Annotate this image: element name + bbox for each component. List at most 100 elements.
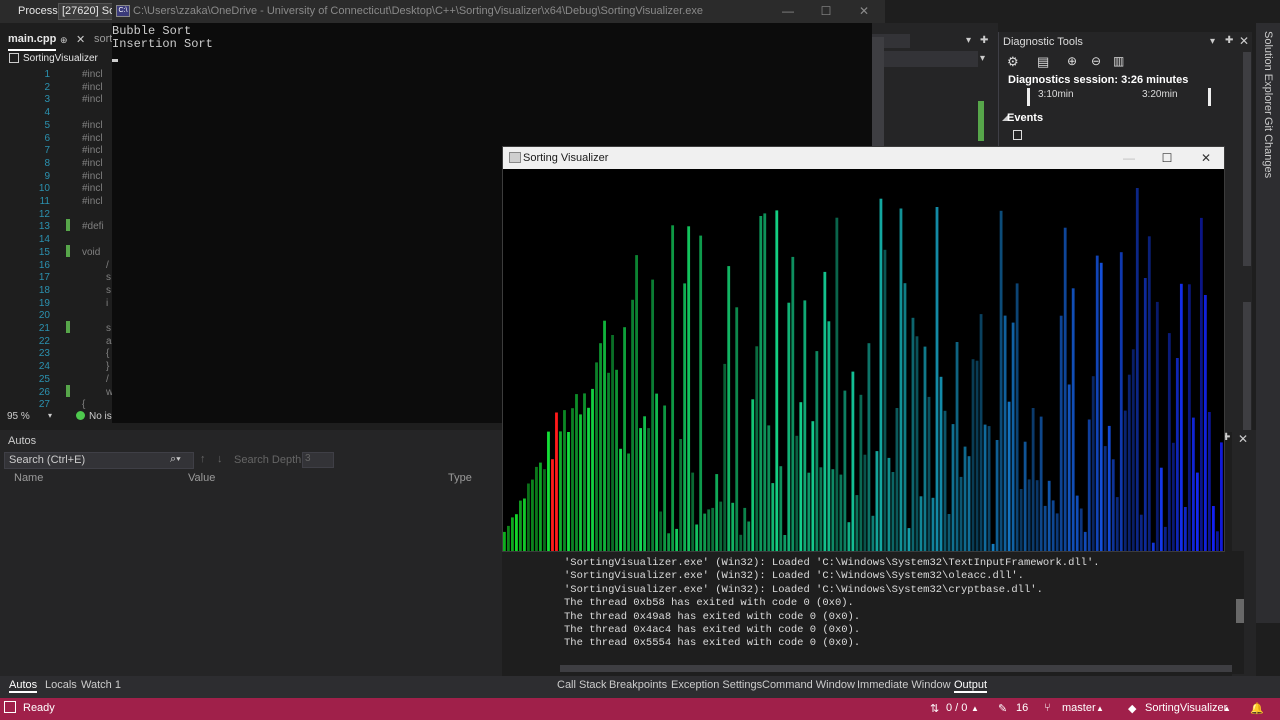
chevron-up-icon[interactable]: ▲ xyxy=(971,704,979,713)
sort-bar xyxy=(1035,480,1039,551)
zoom-dropdown-icon[interactable]: ▾ xyxy=(48,411,52,420)
tab-output[interactable]: Output xyxy=(954,679,988,693)
tab-locals[interactable]: Locals xyxy=(45,679,77,691)
pause-icon[interactable] xyxy=(1013,130,1022,140)
navigation-bar[interactable]: SortingVisualizer xyxy=(4,52,110,66)
sort-bar xyxy=(743,507,747,551)
close-icon[interactable]: ✕ xyxy=(856,3,872,19)
sort-bar xyxy=(923,346,927,551)
tab-immediate-window[interactable]: Immediate Window xyxy=(857,679,951,691)
sort-bar xyxy=(1099,262,1103,551)
vertical-scrollbar-thumb[interactable] xyxy=(1236,599,1244,623)
process-label: Process: xyxy=(18,5,61,17)
arrow-up-icon[interactable]: ↑ xyxy=(200,453,206,465)
sort-bar xyxy=(1103,446,1107,551)
chevron-up-icon[interactable]: ▲ xyxy=(1223,704,1231,713)
minimize-icon[interactable]: — xyxy=(780,3,796,19)
pin-icon[interactable]: ✚ xyxy=(1225,35,1233,46)
diagnostics-title: Diagnostic Tools xyxy=(1003,36,1083,48)
minimize-icon[interactable]: — xyxy=(1121,150,1137,166)
issues-text[interactable]: No is xyxy=(89,411,112,422)
branch-icon[interactable]: ⑂ xyxy=(1044,702,1051,714)
pencil-icon[interactable]: ✎ xyxy=(998,702,1007,715)
code-line: void xyxy=(82,246,101,258)
sort-bar xyxy=(1075,495,1079,551)
sync-count[interactable]: 0 / 0 xyxy=(946,702,967,714)
chevron-down-icon[interactable]: ▾ xyxy=(1210,36,1215,47)
close-icon[interactable]: ✕ xyxy=(1198,150,1214,166)
sort-bar xyxy=(831,469,835,551)
sort-bar xyxy=(799,402,803,551)
toolbar-combo[interactable] xyxy=(872,51,978,67)
output-window-icon[interactable] xyxy=(4,701,16,713)
arrows-icon[interactable]: ⇅ xyxy=(930,702,939,715)
sorting-visualizer-window[interactable]: Sorting Visualizer — ☐ ✕ xyxy=(502,146,1225,552)
settings-icon[interactable]: ⚙ xyxy=(1007,54,1019,70)
zoom-out-icon[interactable]: ⊖ xyxy=(1091,54,1101,68)
zoom-level[interactable]: 95 % xyxy=(7,411,30,422)
combo-dropdown-icon[interactable]: ▾ xyxy=(980,53,985,64)
sort-bar xyxy=(931,497,935,551)
sort-bar xyxy=(671,225,675,551)
visualizer-titlebar[interactable]: Sorting Visualizer — ☐ ✕ xyxy=(503,147,1224,169)
search-depth-select[interactable]: 3 xyxy=(302,452,334,468)
tab-exception-settings[interactable]: Exception Settings xyxy=(671,679,762,691)
line-number: 21 xyxy=(38,323,50,334)
diag-scrollbar-lower[interactable] xyxy=(1243,302,1251,432)
maximize-icon[interactable]: ☐ xyxy=(1159,150,1175,166)
zoom-in-icon[interactable]: ⊕ xyxy=(1067,54,1077,68)
code-editor[interactable]: main.cpp ⊕ ✕ sort SortingVisualizer 1 #in… xyxy=(0,23,113,424)
edits-count[interactable]: 16 xyxy=(1016,702,1028,714)
column-type[interactable]: Type xyxy=(448,472,472,484)
sort-bar xyxy=(895,408,899,551)
diag-scrollbar[interactable] xyxy=(1243,52,1251,266)
close-tab-icon[interactable]: ✕ xyxy=(76,33,85,46)
project-icon xyxy=(9,53,19,63)
sort-bar xyxy=(515,514,518,551)
timeline-ruler[interactable]: 3:10min 3:20min xyxy=(1027,88,1211,106)
tab-command-window[interactable]: Command Window xyxy=(762,679,855,691)
sort-bar xyxy=(1031,408,1035,551)
sort-bar xyxy=(1055,513,1059,551)
sort-bar xyxy=(1095,255,1099,551)
chevron-up-icon[interactable]: ▲ xyxy=(1096,704,1104,713)
column-name[interactable]: Name xyxy=(14,472,43,484)
tab-call-stack[interactable]: Call Stack xyxy=(557,679,607,691)
tab-autos[interactable]: Autos xyxy=(9,679,38,693)
tab-main-cpp[interactable]: main.cpp xyxy=(8,33,57,51)
chevron-down-icon[interactable]: ▾ xyxy=(966,35,971,46)
autos-search-input[interactable]: Search (Ctrl+E) ⌕▾ xyxy=(4,452,194,469)
check-icon xyxy=(76,411,85,420)
search-icon[interactable]: ⌕▾ xyxy=(170,453,181,466)
sort-bar xyxy=(1091,376,1095,551)
notifications-icon[interactable]: 🔔 xyxy=(1250,702,1264,715)
sort-bar xyxy=(851,371,855,551)
branch-name[interactable]: master xyxy=(1062,702,1096,714)
horizontal-scrollbar[interactable] xyxy=(560,665,1232,672)
arrow-down-icon[interactable]: ↓ xyxy=(217,453,223,465)
sort-bar xyxy=(655,393,659,551)
output-line: The thread 0xb58 has exited with code 0 … xyxy=(564,597,854,610)
tab-breakpoints[interactable]: Breakpoints xyxy=(609,679,667,691)
sort-bar xyxy=(999,210,1003,551)
events-section[interactable]: Events xyxy=(1007,112,1043,124)
process-dropdown[interactable]: [27620] Sor xyxy=(58,3,114,20)
maximize-icon[interactable]: ☐ xyxy=(818,3,834,19)
sort-bar xyxy=(675,528,679,551)
sort-bar xyxy=(739,534,743,551)
pin-icon[interactable]: ⊕ xyxy=(60,35,68,46)
close-icon[interactable]: ✕ xyxy=(1238,432,1248,446)
pin-icon[interactable]: ✚ xyxy=(980,35,988,46)
repo-icon[interactable]: ◆ xyxy=(1128,702,1136,715)
close-icon[interactable]: ✕ xyxy=(1239,34,1249,48)
tab-git-changes[interactable]: Git Changes xyxy=(1262,117,1274,178)
tab-solution-explorer[interactable]: Solution Explorer xyxy=(1262,31,1274,115)
column-value[interactable]: Value xyxy=(188,472,215,484)
line-number: 18 xyxy=(38,284,50,296)
tab-watch-1[interactable]: Watch 1 xyxy=(81,679,121,691)
reset-view-icon[interactable]: ▥ xyxy=(1113,54,1124,68)
sort-bar xyxy=(583,393,586,551)
export-icon[interactable]: ▤ xyxy=(1037,54,1049,70)
tab-sort[interactable]: sort xyxy=(94,33,112,51)
repo-name[interactable]: SortingVisualizer xyxy=(1145,702,1227,714)
